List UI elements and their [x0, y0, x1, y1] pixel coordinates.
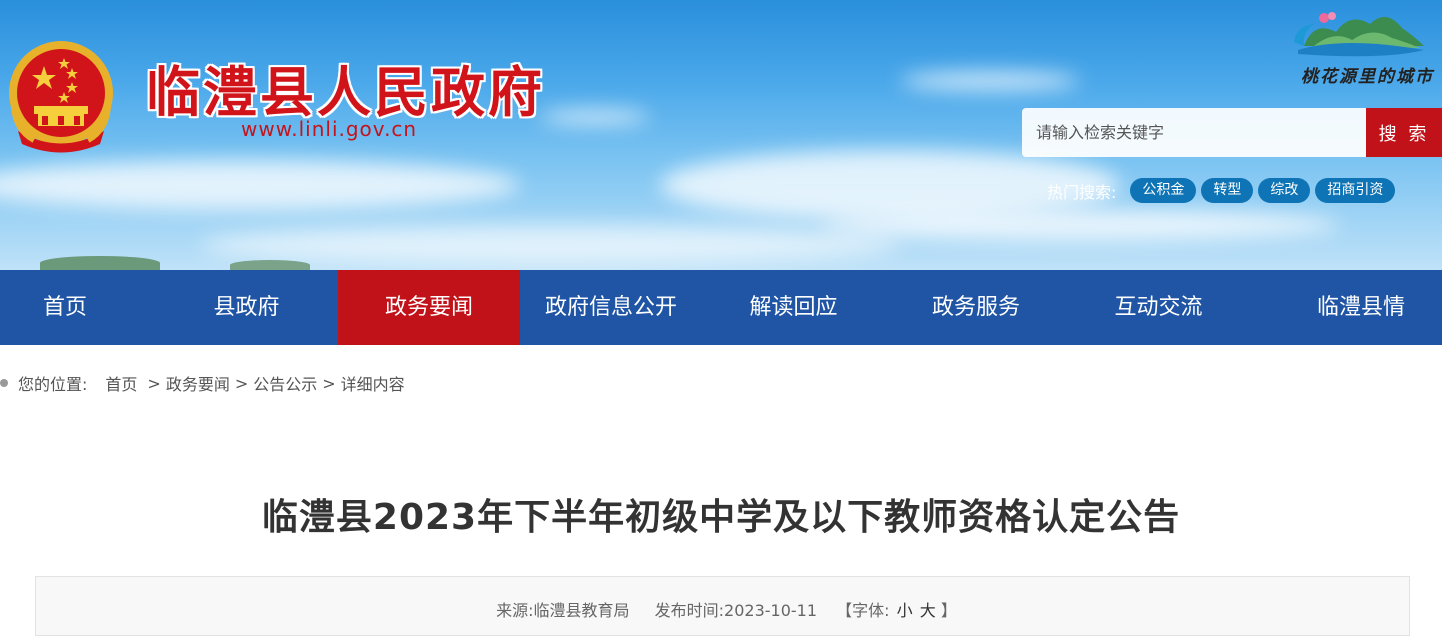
search-input[interactable]	[1022, 108, 1366, 157]
nav-item-government-services[interactable]: 政务服务	[885, 270, 1067, 345]
article-meta-box: 来源:临澧县教育局 发布时间:2023-10-11 【字体: 小 大 】	[35, 576, 1410, 636]
font-size-label-open: 【字体:	[836, 601, 890, 620]
nav-item-county-government[interactable]: 县政府	[155, 270, 338, 345]
breadcrumb: 您的位置: 首页 > 政务要闻 > 公告公示 > 详细内容	[0, 370, 405, 396]
article-title: 临澧县2023年下半年初级中学及以下教师资格认定公告	[261, 497, 1181, 538]
cloud-decoration	[0, 160, 520, 210]
nav-item-interaction[interactable]: 互动交流	[1067, 270, 1250, 345]
nav-item-government-news[interactable]: 政务要闻	[338, 270, 520, 345]
hot-search: 热门搜索: 公积金 转型 综改 招商引资	[1047, 178, 1400, 203]
breadcrumb-item-current: 详细内容	[340, 375, 405, 394]
breadcrumb-item-home[interactable]: 首页	[105, 371, 137, 395]
nav-item-home[interactable]: 首页	[0, 270, 130, 345]
hot-search-tag[interactable]: 综改	[1258, 178, 1311, 203]
hill-decoration	[40, 256, 160, 270]
publish-date-label: 发布时间:	[654, 601, 725, 620]
city-slogan: 桃花源里的城市	[1301, 67, 1434, 87]
font-size-large-link[interactable]: 大	[920, 601, 936, 620]
hill-decoration	[230, 260, 310, 270]
hot-search-tag[interactable]: 招商引资	[1315, 178, 1396, 203]
breadcrumb-separator: >	[147, 373, 161, 393]
main-nav: 首页 县政府 政务要闻 政府信息公开 解读回应 政务服务 互动交流 临澧县情	[0, 270, 1442, 345]
breadcrumb-label: 您的位置:	[18, 375, 88, 394]
nav-item-interpretation[interactable]: 解读回应	[702, 270, 885, 345]
font-size-label-close: 】	[940, 601, 957, 620]
cloud-decoration	[540, 110, 650, 124]
cloud-decoration	[820, 210, 1340, 240]
search-box: 搜 索	[1022, 108, 1442, 157]
hot-search-tag[interactable]: 转型	[1201, 178, 1254, 203]
article-meta: 来源:临澧县教育局 发布时间:2023-10-11 【字体: 小 大 】	[36, 597, 1411, 621]
location-dot-icon	[0, 379, 8, 387]
cloud-decoration	[200, 225, 900, 265]
source-value: 临澧县教育局	[533, 601, 630, 620]
breadcrumb-separator: >	[234, 373, 249, 393]
header-banner: 临澧县人民政府 www.linli.gov.cn 桃花源里的城市 搜 索 热门搜…	[0, 0, 1442, 270]
breadcrumb-separator: >	[322, 373, 336, 393]
breadcrumb-item-government-news[interactable]: 政务要闻	[166, 371, 230, 395]
source-label: 来源:	[496, 601, 534, 620]
search-button[interactable]: 搜 索	[1366, 108, 1442, 157]
site-title[interactable]: 临澧县人民政府	[146, 48, 545, 127]
national-emblem-icon	[9, 41, 113, 153]
site-url[interactable]: www.linli.gov.cn	[241, 117, 417, 141]
breadcrumb-item-announcements[interactable]: 公告公示	[253, 371, 317, 395]
hot-search-label: 热门搜索:	[1047, 182, 1117, 202]
hot-search-tag[interactable]: 公积金	[1130, 178, 1197, 203]
font-size-small-link[interactable]: 小	[897, 601, 913, 620]
cloud-decoration	[900, 72, 1080, 90]
nav-item-county-profile[interactable]: 临澧县情	[1280, 270, 1442, 345]
font-size-control: 【字体: 小 大 】	[836, 601, 957, 620]
nav-item-information-disclosure[interactable]: 政府信息公开	[520, 270, 702, 345]
publish-date-value: 2023-10-11	[724, 601, 818, 620]
